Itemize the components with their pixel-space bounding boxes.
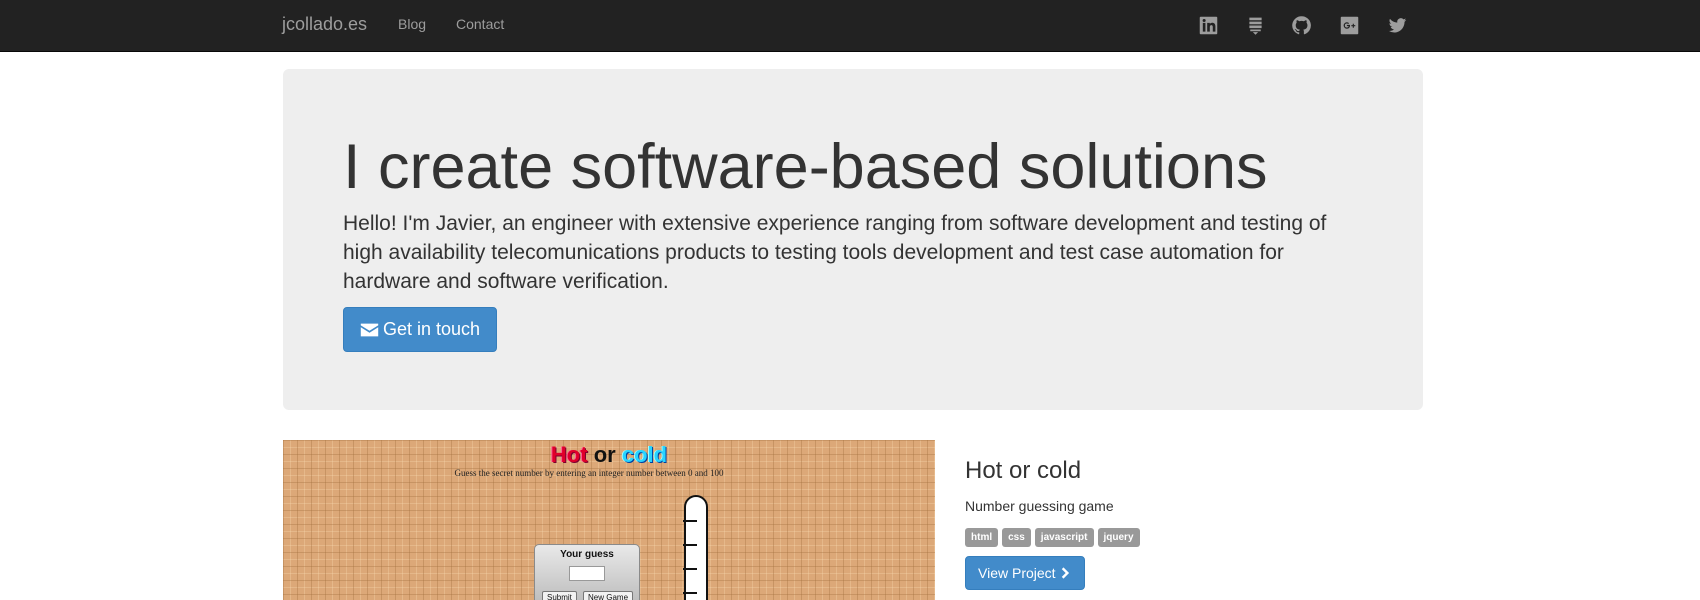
game-title-cold: cold xyxy=(621,442,668,467)
navbar: jcollado.es Blog Contact xyxy=(0,0,1700,52)
nav-link-contact[interactable]: Contact xyxy=(456,15,504,33)
thermometer-tick xyxy=(683,568,697,570)
get-in-touch-button[interactable]: Get in touch xyxy=(343,307,498,352)
guess-label: Your guess xyxy=(560,549,614,560)
jumbotron: I create software-based solutions Hello!… xyxy=(283,69,1423,410)
tag-javascript: javascript xyxy=(1034,528,1094,547)
guess-input xyxy=(569,566,605,581)
github-icon[interactable] xyxy=(1289,13,1313,37)
game-title-hot: Hot xyxy=(550,442,588,467)
google-plus-icon[interactable] xyxy=(1337,13,1361,37)
tag-jquery: jquery xyxy=(1097,528,1140,547)
hero-title: I create software-based solutions xyxy=(343,132,1268,202)
game-title-or: or xyxy=(593,442,616,467)
linkedin-icon[interactable] xyxy=(1196,13,1220,37)
thermometer-tick xyxy=(683,544,697,546)
submit-button: Submit xyxy=(542,591,577,600)
view-project-label: View Project xyxy=(978,565,1056,581)
stack-overflow-icon[interactable] xyxy=(1243,13,1267,37)
get-in-touch-label: Get in touch xyxy=(383,319,481,339)
hero-text: Hello! I'm Javier, an engineer with exte… xyxy=(343,212,1327,293)
chevron-right-icon xyxy=(1061,567,1069,579)
thermometer-tick xyxy=(683,592,697,594)
project-screenshot[interactable]: Hot or cold Guess the secret number by e… xyxy=(283,440,935,600)
tag-css: css xyxy=(1002,528,1031,547)
twitter-icon[interactable] xyxy=(1385,13,1409,37)
game-subtitle: Guess the secret number by entering an i… xyxy=(454,468,724,478)
thermometer xyxy=(684,495,708,600)
nav-link-blog[interactable]: Blog xyxy=(398,15,426,33)
project-description: Number guessing game xyxy=(965,498,1114,514)
tag-html: html xyxy=(965,528,999,547)
project-title: Hot or cold xyxy=(965,457,1082,484)
thermometer-tick xyxy=(683,520,697,522)
guess-panel: Your guess Submit New Game xyxy=(534,544,640,600)
envelope-icon xyxy=(360,323,379,336)
new-game-button: New Game xyxy=(583,591,634,600)
game-title: Hot or cold xyxy=(283,442,935,468)
project-tags: html css javascript jquery xyxy=(965,528,1140,547)
view-project-button[interactable]: View Project xyxy=(965,556,1085,590)
brand-link[interactable]: jcollado.es xyxy=(282,13,367,35)
